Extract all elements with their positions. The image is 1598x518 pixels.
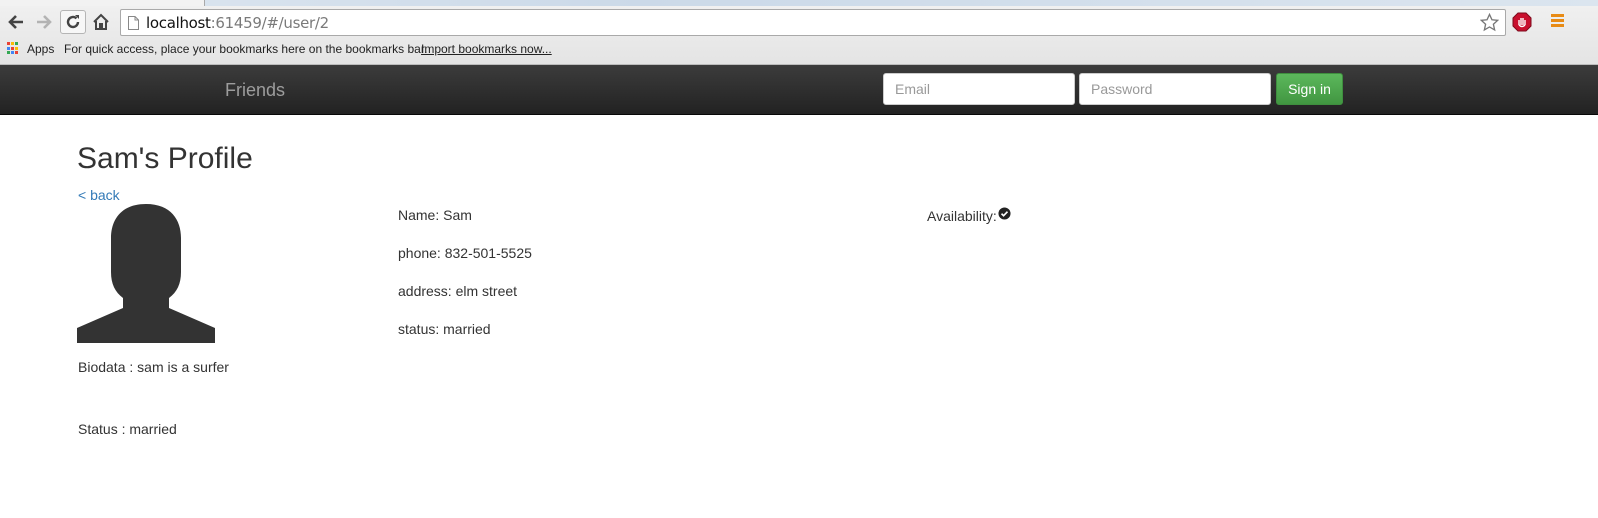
arrow-left-icon	[8, 15, 23, 29]
url-path: :61459/#/user/2	[210, 14, 330, 32]
bookmark-star-icon[interactable]	[1480, 13, 1499, 32]
url-host: localhost	[146, 14, 211, 32]
apps-grid-dot	[15, 46, 18, 50]
apps-grid-dot	[7, 42, 10, 45]
detail-phone: phone: 832-501-5525	[398, 245, 532, 261]
password-field[interactable]	[1079, 73, 1271, 105]
bookmarks-hint: For quick access, place your bookmarks h…	[64, 42, 428, 56]
apps-shortcut[interactable]: Apps	[27, 42, 54, 56]
apps-grid-dot	[11, 46, 14, 50]
availability-row: Availability:	[927, 207, 1011, 224]
availability-label: Availability:	[927, 208, 997, 224]
apps-grid-dot	[11, 51, 14, 55]
browser-menu-icon[interactable]	[1551, 14, 1564, 28]
sign-in-button[interactable]: Sign in	[1276, 73, 1343, 105]
avatar-placeholder-icon	[77, 204, 215, 343]
detail-address: address: elm street	[398, 283, 518, 299]
apps-grid-icon[interactable]	[7, 42, 20, 55]
adblock-stop-icon[interactable]	[1512, 12, 1532, 32]
home-icon	[93, 13, 109, 30]
detail-status: status: married	[398, 321, 491, 337]
apps-grid-dot	[7, 51, 10, 55]
brand-link[interactable]: Friends	[225, 80, 285, 101]
address-url: localhost:61459/#/user/2	[146, 14, 329, 32]
page-title: Sam's Profile	[77, 142, 253, 175]
apps-grid-dot	[11, 42, 14, 45]
arrow-right-icon	[37, 15, 52, 29]
tab-strip	[0, 0, 1598, 6]
home-button[interactable]	[89, 10, 113, 34]
email-field[interactable]	[883, 73, 1075, 105]
apps-grid-dot	[7, 46, 10, 50]
address-bar[interactable]: localhost:61459/#/user/2	[120, 9, 1506, 36]
apps-grid-dot	[15, 42, 18, 45]
forward-button[interactable]	[32, 10, 56, 34]
biodata-text: Biodata : sam is a surfer	[78, 359, 229, 375]
back-link[interactable]: < back	[78, 187, 120, 203]
back-button[interactable]	[4, 10, 28, 34]
apps-grid-dot	[15, 51, 18, 55]
browser-toolbar: localhost:61459/#/user/2 Apps For quick …	[0, 0, 1598, 65]
import-bookmarks-link[interactable]: Import bookmarks now...	[421, 42, 552, 56]
top-navbar: Friends Sign in	[0, 65, 1598, 115]
page-icon	[128, 16, 139, 30]
bookmarks-bar: Apps For quick access, place your bookma…	[0, 39, 1598, 61]
reload-icon	[66, 15, 80, 29]
detail-name: Name: Sam	[398, 207, 472, 223]
check-circle-icon	[998, 207, 1011, 220]
status-summary: Status : married	[78, 421, 177, 437]
reload-button[interactable]	[60, 10, 86, 34]
browser-tab[interactable]	[0, 0, 205, 6]
